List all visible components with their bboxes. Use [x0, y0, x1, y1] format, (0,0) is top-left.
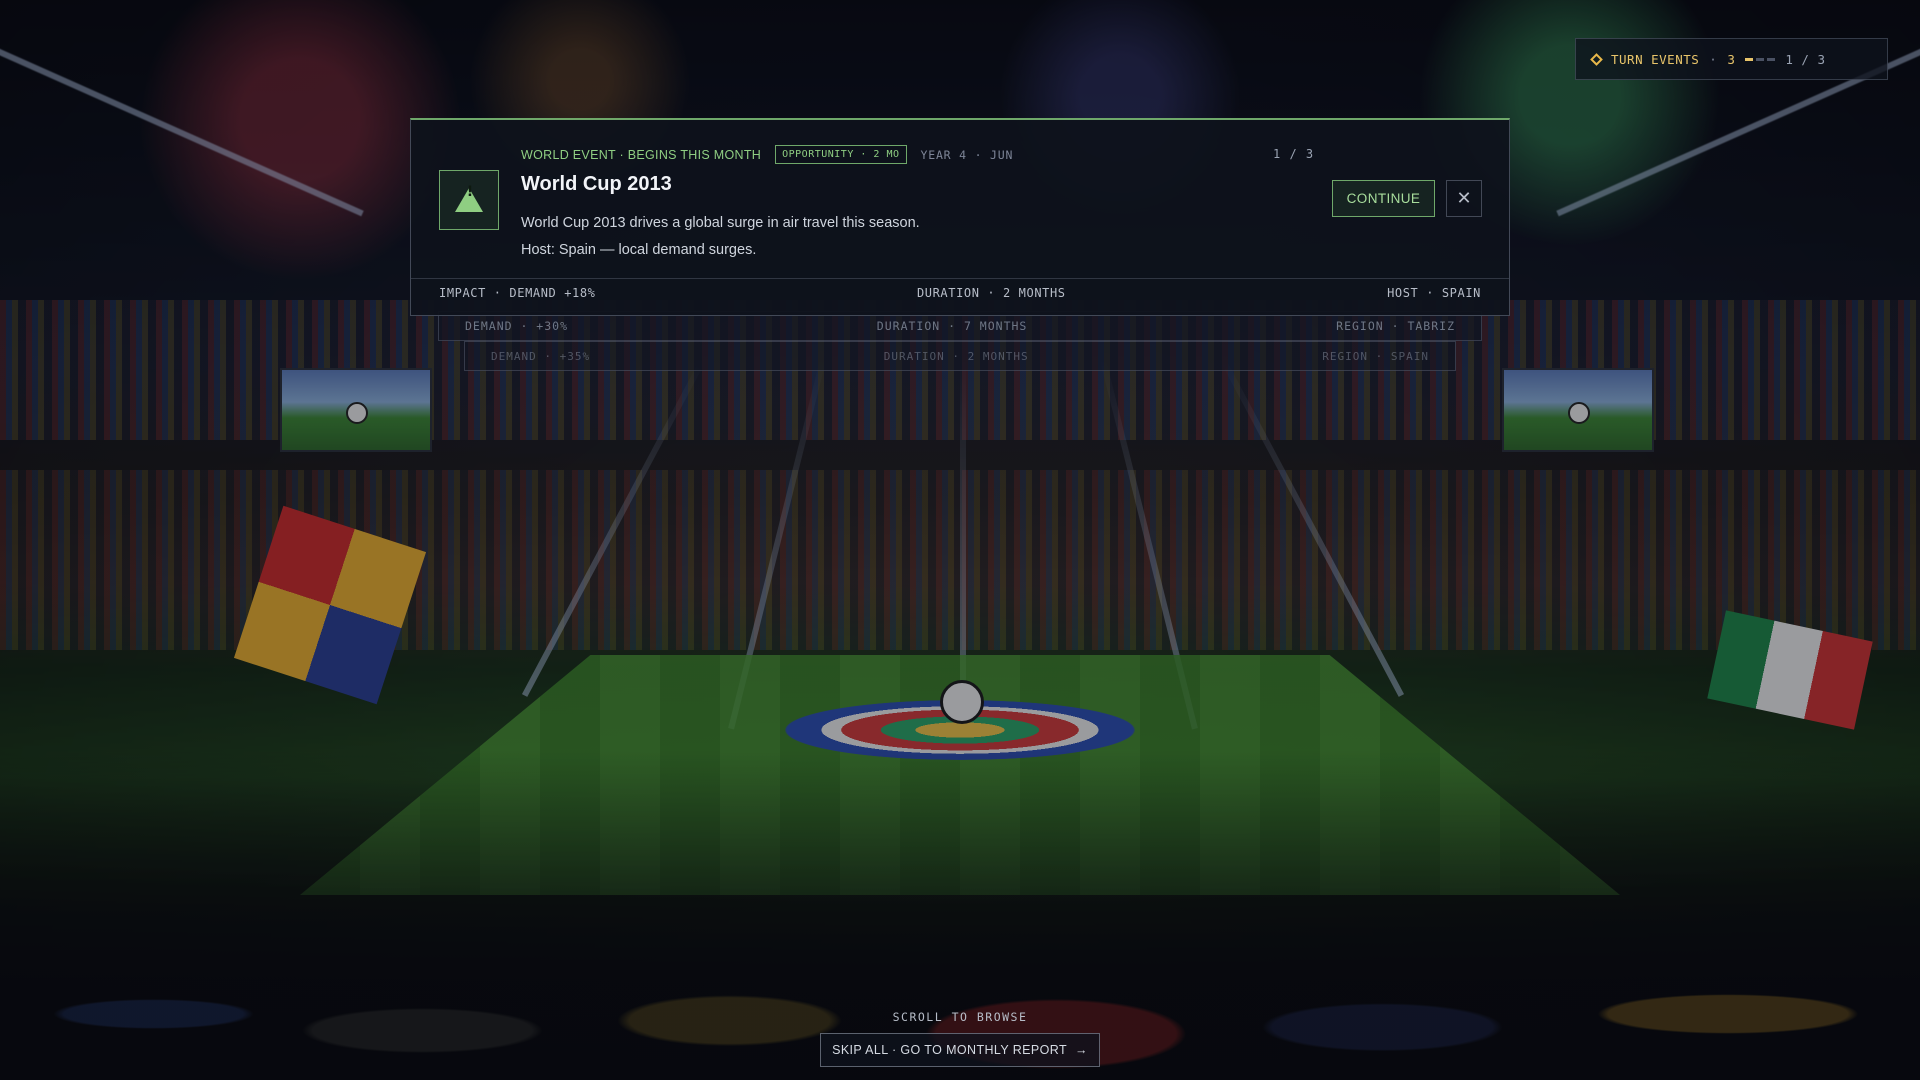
stacked-duration: DURATION · 2 MONTHS — [883, 349, 1029, 363]
skip-all-label: SKIP ALL · GO TO MONTHLY REPORT — [832, 1043, 1067, 1057]
turn-events-chip: TURN EVENTS · 3 1 / 3 — [1575, 38, 1888, 80]
event-card: ! WORLD EVENT · BEGINS THIS MONTH OPPORT… — [410, 118, 1510, 316]
event-kicker: WORLD EVENT · BEGINS THIS MONTH — [521, 147, 762, 162]
progress-pip — [1745, 57, 1754, 61]
stacked-region: REGION · TABRIZ — [1336, 319, 1455, 333]
event-title: World Cup 2013 — [521, 173, 672, 195]
turn-progress-pips — [1745, 57, 1776, 61]
screen: TURN EVENTS · 3 1 / 3 DEMAND · +30% DURA… — [0, 0, 1920, 1080]
event-description-line: World Cup 2013 drives a global surge in … — [521, 215, 920, 231]
arrow-right-icon: → — [1075, 1043, 1088, 1057]
progress-pip — [1756, 57, 1765, 61]
divider — [411, 278, 1509, 279]
continue-button[interactable]: CONTINUE — [1332, 180, 1435, 217]
host-stat: HOST · SPAIN — [1387, 286, 1481, 300]
separator: · — [1709, 51, 1718, 67]
close-button[interactable]: ✕ — [1446, 180, 1482, 217]
scroll-hint: SCROLL TO BROWSE — [892, 1010, 1028, 1024]
event-description: World Cup 2013 drives a global surge in … — [521, 210, 920, 264]
event-icon-box — [439, 170, 499, 230]
event-host-note: Host: Spain — local demand surges. — [521, 242, 757, 258]
turn-page-indicator: 1 / 3 — [1785, 51, 1826, 67]
stacked-demand: DEMAND · +30% — [465, 319, 569, 333]
stacked-duration: DURATION · 7 MONTHS — [876, 319, 1028, 333]
turn-events-label: TURN EVENTS — [1611, 51, 1700, 67]
event-stats: IMPACT · DEMAND +18% DURATION · 2 MONTHS… — [439, 286, 1481, 300]
stacked-demand: DEMAND · +35% — [491, 349, 591, 363]
turn-events-count: 3 — [1727, 51, 1736, 67]
event-type-badge: OPPORTUNITY · 2 MO — [775, 145, 907, 164]
progress-pip — [1767, 57, 1776, 61]
close-icon: ✕ — [1456, 188, 1472, 208]
event-date: YEAR 4 · JUN — [920, 147, 1014, 162]
stacked-region: REGION · SPAIN — [1322, 349, 1429, 363]
event-meta: WORLD EVENT · BEGINS THIS MONTH OPPORTUN… — [521, 145, 1013, 164]
skip-all-button[interactable]: SKIP ALL · GO TO MONTHLY REPORT → — [820, 1033, 1100, 1067]
duration-stat: DURATION · 2 MONTHS — [916, 286, 1066, 300]
diamond-icon — [1590, 52, 1603, 66]
impact-stat: IMPACT · DEMAND +18% — [439, 286, 596, 300]
event-page-indicator: 1 / 3 — [1273, 147, 1315, 161]
stacked-event-card[interactable]: DEMAND · +35% DURATION · 2 MONTHS REGION… — [464, 341, 1456, 371]
